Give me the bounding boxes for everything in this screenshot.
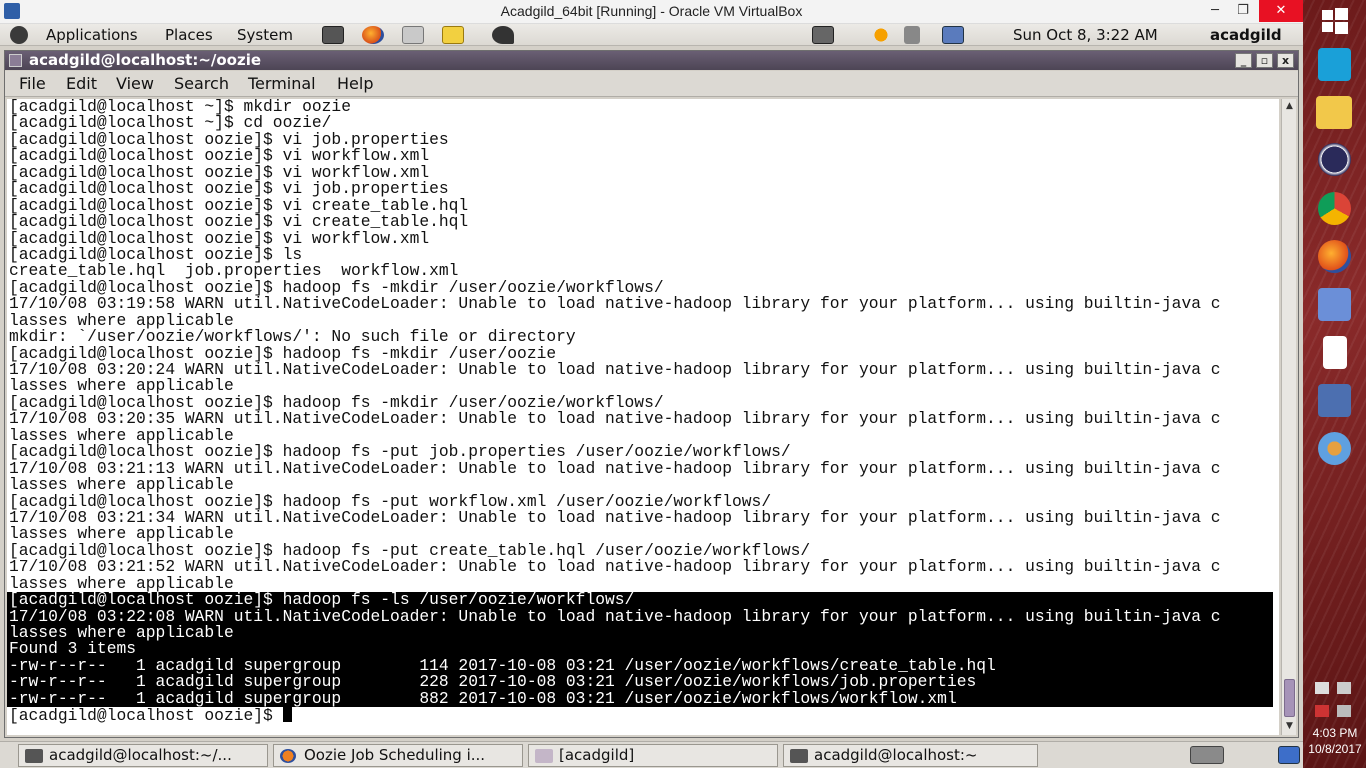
text-cursor: [282, 707, 292, 723]
virtualbox-taskbar-icon[interactable]: [1318, 384, 1351, 417]
paint-icon[interactable]: [1318, 432, 1351, 465]
terminal-icon: [25, 749, 43, 763]
menu-system[interactable]: System: [237, 25, 293, 45]
gnome-top-panel: Applications Places System Sun Oct 8, 3:…: [0, 24, 1303, 46]
panel-clock[interactable]: Sun Oct 8, 3:22 AM: [1013, 25, 1158, 45]
task-label: Oozie Job Scheduling i...: [304, 746, 486, 764]
virtualbox-window-title: Acadgild_64bit [Running] - Oracle VM Vir…: [500, 3, 803, 19]
terminal-close-button[interactable]: x: [1277, 53, 1294, 68]
terminal-minimize-button[interactable]: _: [1235, 53, 1252, 68]
menu-search[interactable]: Search: [174, 74, 229, 94]
menu-file[interactable]: File: [19, 74, 46, 94]
terminal-lines: [acadgild@localhost ~]$ mkdir oozie [acad…: [7, 99, 1273, 726]
battery-icon[interactable]: [1315, 705, 1329, 717]
windows-time: 4:03 PM: [1312, 726, 1358, 740]
menu-help[interactable]: Help: [337, 74, 373, 94]
close-button[interactable]: ✕: [1259, 0, 1303, 22]
terminal-window: acadgild@localhost:~/oozie _ ▫ x File Ed…: [4, 50, 1299, 738]
volume-tray-icon[interactable]: [1337, 705, 1351, 717]
minimize-button[interactable]: ─: [1200, 0, 1230, 22]
folder-icon: [535, 749, 553, 763]
terminal-maximize-button[interactable]: ▫: [1256, 53, 1273, 68]
taskbar-item-firefox[interactable]: Oozie Job Scheduling i...: [273, 744, 523, 767]
file-explorer-icon[interactable]: [1316, 96, 1352, 129]
eclipse-icon[interactable]: [1318, 143, 1351, 176]
terminal-titlebar[interactable]: acadgild@localhost:~/oozie _ ▫ x: [5, 51, 1298, 70]
terminal-scrollbar[interactable]: ▲ ▼: [1281, 99, 1296, 735]
scrollbar-thumb[interactable]: [1284, 679, 1295, 717]
terminal-line-selected: -rw-r--r-- 1 acadgild supergroup 882 201…: [7, 690, 1273, 708]
menu-applications[interactable]: Applications: [46, 25, 138, 45]
workspace-switcher[interactable]: [1190, 746, 1224, 764]
menu-edit[interactable]: Edit: [66, 74, 97, 94]
chrome-icon[interactable]: [1318, 192, 1351, 225]
windows-taskbar: [1303, 0, 1366, 768]
taskbar-item-terminal-home[interactable]: acadgild@localhost:~: [783, 744, 1038, 767]
show-desktop-icon[interactable]: [1278, 746, 1300, 764]
task-label: [acadgild]: [559, 746, 635, 764]
terminal-launcher-icon[interactable]: [322, 26, 344, 44]
flag-icon[interactable]: [1315, 682, 1329, 694]
virtualbox-titlebar: Acadgild_64bit [Running] - Oracle VM Vir…: [0, 0, 1303, 24]
panel-username[interactable]: acadgild: [1210, 25, 1282, 45]
terminal-window-icon[interactable]: [9, 54, 22, 67]
notes-launcher-icon[interactable]: [442, 26, 464, 44]
terminal-line-selected: lasses where applicable: [7, 624, 1273, 642]
taskbar-item-terminal-oozie[interactable]: acadgild@localhost:~/...: [18, 744, 268, 767]
firefox-icon[interactable]: [1318, 240, 1351, 273]
menu-places[interactable]: Places: [165, 25, 213, 45]
menu-view[interactable]: View: [116, 74, 154, 94]
windows-date: 10/8/2017: [1308, 742, 1362, 756]
windows-clock[interactable]: 4:03 PM 10/8/2017: [1305, 725, 1365, 757]
network-launcher-icon[interactable]: [492, 26, 514, 44]
windows-start-icon[interactable]: [1318, 4, 1351, 37]
terminal-prompt-line[interactable]: [acadgild@localhost oozie]$: [9, 706, 1273, 726]
terminal-icon: [790, 749, 808, 763]
prompt-text: [acadgild@localhost oozie]$: [9, 706, 283, 726]
remote-desktop-icon[interactable]: [1318, 288, 1351, 321]
taskbar-item-folder[interactable]: [acadgild]: [528, 744, 778, 767]
desktop: Acadgild_64bit [Running] - Oracle VM Vir…: [0, 0, 1366, 768]
terminal-title: acadgild@localhost:~/oozie: [29, 51, 262, 69]
guest-taskbar: acadgild@localhost:~/... Oozie Job Sched…: [0, 741, 1303, 768]
network-status-icon[interactable]: [942, 26, 964, 44]
terminal-menubar: File Edit View Search Terminal Help: [5, 71, 1298, 97]
gnome-foot-icon[interactable]: [10, 26, 28, 44]
task-label: acadgild@localhost:~: [814, 746, 978, 764]
restore-button[interactable]: ❐: [1228, 0, 1258, 22]
terminal-output[interactable]: [acadgild@localhost ~]$ mkdir oozie [acad…: [7, 99, 1279, 735]
scroll-up-arrow[interactable]: ▲: [1282, 99, 1297, 113]
screen-icon[interactable]: [812, 26, 834, 44]
mail-launcher-icon[interactable]: [402, 26, 424, 44]
update-notifier-icon[interactable]: [870, 26, 892, 44]
scroll-down-arrow[interactable]: ▼: [1282, 719, 1297, 733]
teamviewer-icon[interactable]: [1318, 48, 1351, 81]
document-icon[interactable]: [1323, 336, 1347, 369]
volume-icon[interactable]: [904, 26, 920, 44]
network-tray-icon[interactable]: [1337, 682, 1351, 694]
menu-terminal[interactable]: Terminal: [248, 74, 316, 94]
firefox-icon: [280, 749, 296, 763]
task-label: acadgild@localhost:~/...: [49, 746, 232, 764]
firefox-launcher-icon[interactable]: [362, 26, 384, 44]
